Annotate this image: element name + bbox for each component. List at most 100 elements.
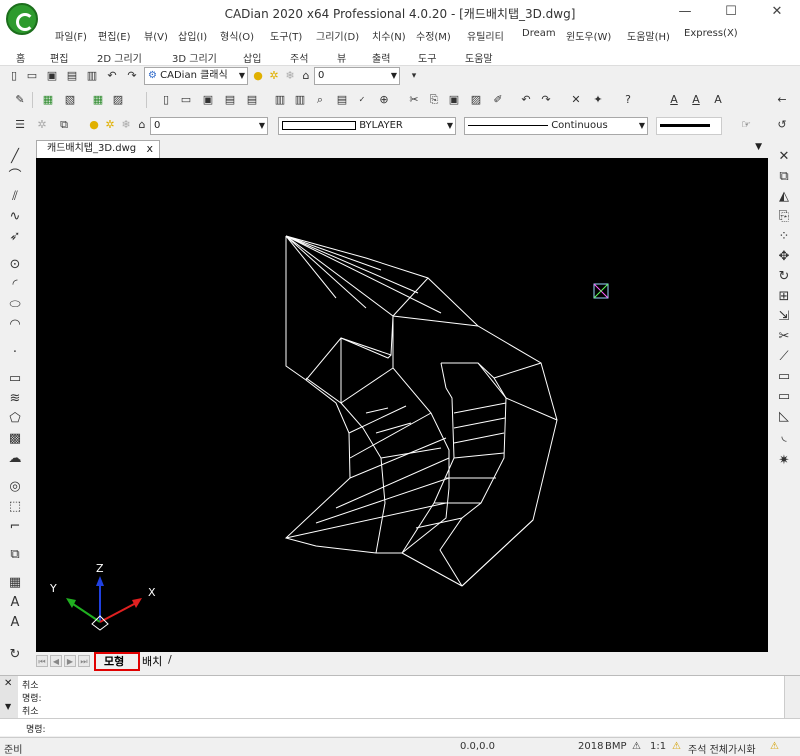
document-tab[interactable]: 캐드배치탭_3D.dwg x: [36, 140, 160, 158]
move-icon[interactable]: ✥: [775, 248, 793, 266]
ellipse-arc-icon[interactable]: ◠: [6, 316, 24, 334]
menu-tools[interactable]: 도구(T): [270, 28, 302, 43]
menu-format[interactable]: 형식(O): [220, 28, 254, 43]
freehand-icon[interactable]: ➶: [6, 228, 24, 246]
annotation-auto-icon[interactable]: ⚠: [770, 741, 779, 752]
lock-icon[interactable]: ⌂: [298, 68, 314, 84]
save-icon[interactable]: ▣: [200, 92, 216, 108]
tab-annotate[interactable]: 주석: [290, 50, 308, 65]
preview-icon[interactable]: ⌕: [312, 92, 328, 108]
tab-model[interactable]: 모형: [104, 653, 124, 669]
open-icon[interactable]: ▭: [178, 92, 194, 108]
tab-help[interactable]: 도움말: [465, 50, 493, 65]
menu-draw[interactable]: 그리기(D): [316, 28, 359, 43]
first-tab-icon[interactable]: ⏮: [36, 655, 48, 667]
explode-icon[interactable]: ✷: [775, 452, 793, 470]
erase-icon[interactable]: ✕: [775, 148, 793, 166]
menu-utility[interactable]: 유틸리티: [467, 28, 504, 43]
donut-icon[interactable]: ◎: [6, 478, 24, 496]
ellipse-icon[interactable]: ⬭: [6, 296, 24, 314]
last-tab-icon[interactable]: ⏭: [78, 655, 90, 667]
command-window-handle[interactable]: ✕ ▼: [0, 676, 18, 718]
cadian-logo-icon[interactable]: [6, 3, 38, 35]
maximize-button[interactable]: ☐: [708, 0, 754, 24]
match-properties-icon[interactable]: ✐: [490, 92, 506, 108]
import-icon[interactable]: ▨: [110, 92, 126, 108]
multiline-icon[interactable]: ⫽: [6, 188, 24, 206]
scale-icon[interactable]: ⊞: [775, 288, 793, 306]
command-menu-icon[interactable]: ▼: [5, 702, 11, 711]
mtext-icon[interactable]: A: [6, 594, 24, 612]
save-as-icon[interactable]: ▤: [64, 68, 80, 84]
revcloud-icon[interactable]: ☁: [6, 450, 24, 468]
tab-tools[interactable]: 도구: [418, 50, 436, 65]
menu-file[interactable]: 파일(F): [55, 28, 87, 43]
line-icon[interactable]: ╱: [6, 148, 24, 166]
status-bmp[interactable]: BMP: [605, 741, 627, 752]
rectangle-icon[interactable]: ▭: [6, 370, 24, 388]
export-icon[interactable]: ▧: [62, 92, 78, 108]
arrow-left-icon[interactable]: ←: [774, 92, 790, 108]
workspace-select[interactable]: ⚙ CADian 클래식 ▼: [144, 67, 248, 85]
close-tab-icon[interactable]: x: [146, 141, 153, 157]
command-scrollbar[interactable]: [784, 676, 800, 718]
extend-icon[interactable]: ⟋: [775, 348, 793, 366]
paste-icon[interactable]: ▣: [446, 92, 462, 108]
tab-edit[interactable]: 편집: [50, 50, 68, 65]
status-year[interactable]: 2018: [578, 741, 603, 752]
lightbulb-icon[interactable]: ●: [250, 68, 266, 84]
chamfer-icon[interactable]: ◺: [775, 408, 793, 426]
trim-icon[interactable]: ✂: [775, 328, 793, 346]
eraser-icon[interactable]: ✦: [590, 92, 606, 108]
layer-manager-icon[interactable]: ☰: [12, 117, 28, 133]
wipeout-icon[interactable]: ⬚: [6, 498, 24, 516]
fillet-icon[interactable]: ⌐: [6, 518, 24, 536]
excel-icon[interactable]: ▦: [40, 92, 56, 108]
layer-previous-icon[interactable]: ⧉: [56, 117, 72, 133]
status-annotation[interactable]: 주석 전체가시화: [688, 741, 756, 756]
menu-view[interactable]: 뷰(V): [144, 28, 168, 43]
tab-view[interactable]: 뷰: [337, 50, 346, 65]
mirror-icon[interactable]: ◭: [775, 188, 793, 206]
hatch-icon[interactable]: ≋: [6, 390, 24, 408]
menu-express[interactable]: Express(X): [684, 28, 738, 39]
status-scale[interactable]: 1:1: [650, 741, 666, 752]
offset-icon[interactable]: ⎘: [775, 208, 793, 226]
next-tab-icon[interactable]: ▶: [64, 655, 76, 667]
save-icon[interactable]: ▣: [44, 68, 60, 84]
spreadsheet-icon[interactable]: ▦: [90, 92, 106, 108]
close-command-icon[interactable]: ✕: [4, 678, 12, 689]
region-icon[interactable]: ▩: [6, 430, 24, 448]
layer-select-top[interactable]: 0 ▼: [314, 67, 400, 85]
polygon-icon[interactable]: ⬠: [6, 410, 24, 428]
circle-icon[interactable]: ⊙: [6, 256, 24, 274]
redo-icon[interactable]: ↷: [538, 92, 554, 108]
fillet-modify-icon[interactable]: ◟: [775, 428, 793, 446]
minimize-button[interactable]: —: [662, 0, 708, 24]
command-input[interactable]: 명령:: [0, 718, 800, 736]
polyline-icon[interactable]: ⌒: [6, 168, 24, 186]
sun-icon[interactable]: ✲: [266, 68, 282, 84]
new-icon[interactable]: ▯: [158, 92, 174, 108]
text-format-icon[interactable]: A: [710, 92, 726, 108]
save-dwg-icon[interactable]: ▤: [222, 92, 238, 108]
drawing-canvas[interactable]: Z Y X: [36, 158, 768, 652]
layer-state-icon[interactable]: ✲: [34, 117, 50, 133]
tab-home[interactable]: 홈: [16, 50, 25, 65]
menu-modify[interactable]: 수정(M): [416, 28, 451, 43]
stretch-icon[interactable]: ⇲: [775, 308, 793, 326]
array-icon[interactable]: ⁘: [775, 228, 793, 246]
undo-icon[interactable]: ↶: [104, 68, 120, 84]
annotation-visibility-icon[interactable]: ⚠: [672, 741, 681, 752]
print-icon[interactable]: ▥: [84, 68, 100, 84]
tab-output[interactable]: 출력: [372, 50, 390, 65]
delete-icon[interactable]: ✕: [568, 92, 584, 108]
undo-icon[interactable]: ↶: [518, 92, 534, 108]
menu-insert[interactable]: 삽입(I): [178, 28, 207, 43]
block-icon[interactable]: ⧉: [6, 546, 24, 564]
properties-icon[interactable]: ☞: [738, 117, 754, 133]
lightbulb-icon[interactable]: ●: [86, 117, 102, 133]
prev-tab-icon[interactable]: ◀: [50, 655, 62, 667]
menu-dimension[interactable]: 치수(N): [372, 28, 406, 43]
annotation-scale-icon[interactable]: ⚠: [632, 741, 641, 752]
